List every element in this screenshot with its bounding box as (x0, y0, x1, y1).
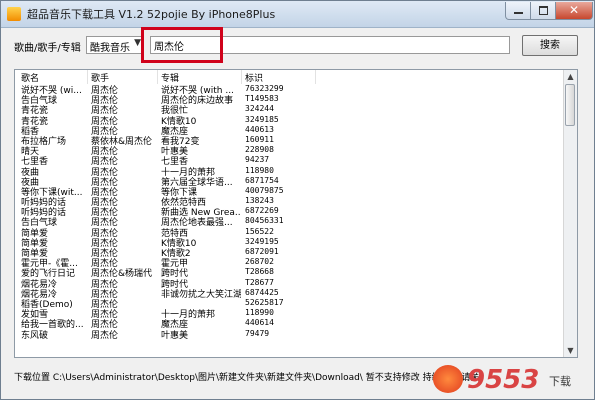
list-header: 歌名 歌手 专辑 标识 (15, 70, 565, 84)
status-text: 下载位置 C:\Users\Administrator\Desktop\图片\新… (14, 373, 480, 383)
column-separator[interactable] (157, 70, 158, 84)
watermark-text: 9553 (467, 365, 540, 395)
song-title-cell: 东风破 (21, 330, 49, 341)
album-cell: 叶惠美 (161, 330, 189, 341)
song-id-cell: 80456331 (245, 216, 284, 226)
close-button[interactable] (555, 2, 593, 20)
song-id-cell: 228908 (245, 145, 274, 155)
song-id-cell: 138243 (245, 196, 274, 206)
song-id-cell: 118980 (245, 165, 274, 175)
scroll-up-arrow-icon[interactable]: ▲ (564, 70, 577, 83)
search-label: 歌曲/歌手/专辑 (14, 43, 81, 54)
artist-cell: 周杰伦 (91, 330, 119, 341)
song-id-cell: 118990 (245, 308, 274, 318)
song-id-cell: 6871754 (245, 175, 279, 185)
song-list[interactable]: 歌名 歌手 专辑 标识 说好不哭 (wi... 周杰伦 说好不哭 (with ...… (14, 69, 578, 358)
song-id-cell: 268702 (245, 257, 274, 267)
watermark-logo (433, 365, 463, 393)
search-button[interactable]: 搜索 (522, 35, 578, 56)
song-id-cell: T28677 (245, 277, 274, 287)
window-title: 超品音乐下载工具 V1.2 52pojie By iPhone8Plus (27, 8, 276, 21)
song-id-cell: 76323299 (245, 84, 284, 93)
song-id-cell: 40079875 (245, 185, 284, 195)
column-header-id[interactable]: 标识 (245, 71, 263, 84)
search-input[interactable] (150, 36, 510, 54)
song-id-cell: 3249185 (245, 114, 279, 124)
maximize-button[interactable] (530, 2, 556, 20)
song-id-cell: 324244 (245, 104, 274, 114)
scroll-thumb[interactable] (565, 84, 575, 126)
column-separator[interactable] (241, 70, 242, 84)
column-separator[interactable] (87, 70, 88, 84)
minimize-button[interactable] (505, 2, 531, 20)
song-id-cell: 6874425 (245, 287, 279, 297)
song-id-cell: 440613 (245, 124, 274, 134)
song-id-cell: 440614 (245, 318, 274, 328)
site-watermark: 9553 下载 (431, 361, 591, 399)
song-id-cell: 6872269 (245, 206, 279, 216)
song-id-cell: 3249195 (245, 236, 279, 246)
song-id-cell: T149583 (245, 94, 279, 104)
scroll-down-arrow-icon[interactable]: ▼ (564, 344, 577, 357)
column-separator[interactable] (315, 70, 316, 84)
song-id-cell: T28668 (245, 267, 274, 277)
vertical-scrollbar[interactable]: ▲ ▼ (563, 70, 577, 357)
table-row[interactable]: 东风破 周杰伦 叶惠美 79479 (15, 328, 565, 341)
song-id-cell: 156522 (245, 226, 274, 236)
app-window: 超品音乐下载工具 V1.2 52pojie By iPhone8Plus 歌曲/… (0, 0, 595, 400)
source-select[interactable]: 酷我音乐 ▼ (86, 36, 144, 54)
song-id-cell: 79479 (245, 328, 270, 338)
app-icon (7, 7, 21, 21)
chevron-down-icon: ▼ (134, 38, 141, 48)
source-select-value: 酷我音乐 (90, 43, 130, 54)
song-id-cell: 160911 (245, 134, 274, 144)
watermark-suffix: 下载 (549, 375, 571, 388)
song-id-cell: 52625817 (245, 297, 284, 307)
song-id-cell: 94237 (245, 155, 270, 165)
song-id-cell: 6872091 (245, 247, 279, 256)
list-rows: 说好不哭 (wi... 周杰伦 说好不哭 (with ... 76323299 告白气球… (15, 84, 565, 341)
title-bar[interactable]: 超品音乐下载工具 V1.2 52pojie By iPhone8Plus (1, 1, 594, 28)
